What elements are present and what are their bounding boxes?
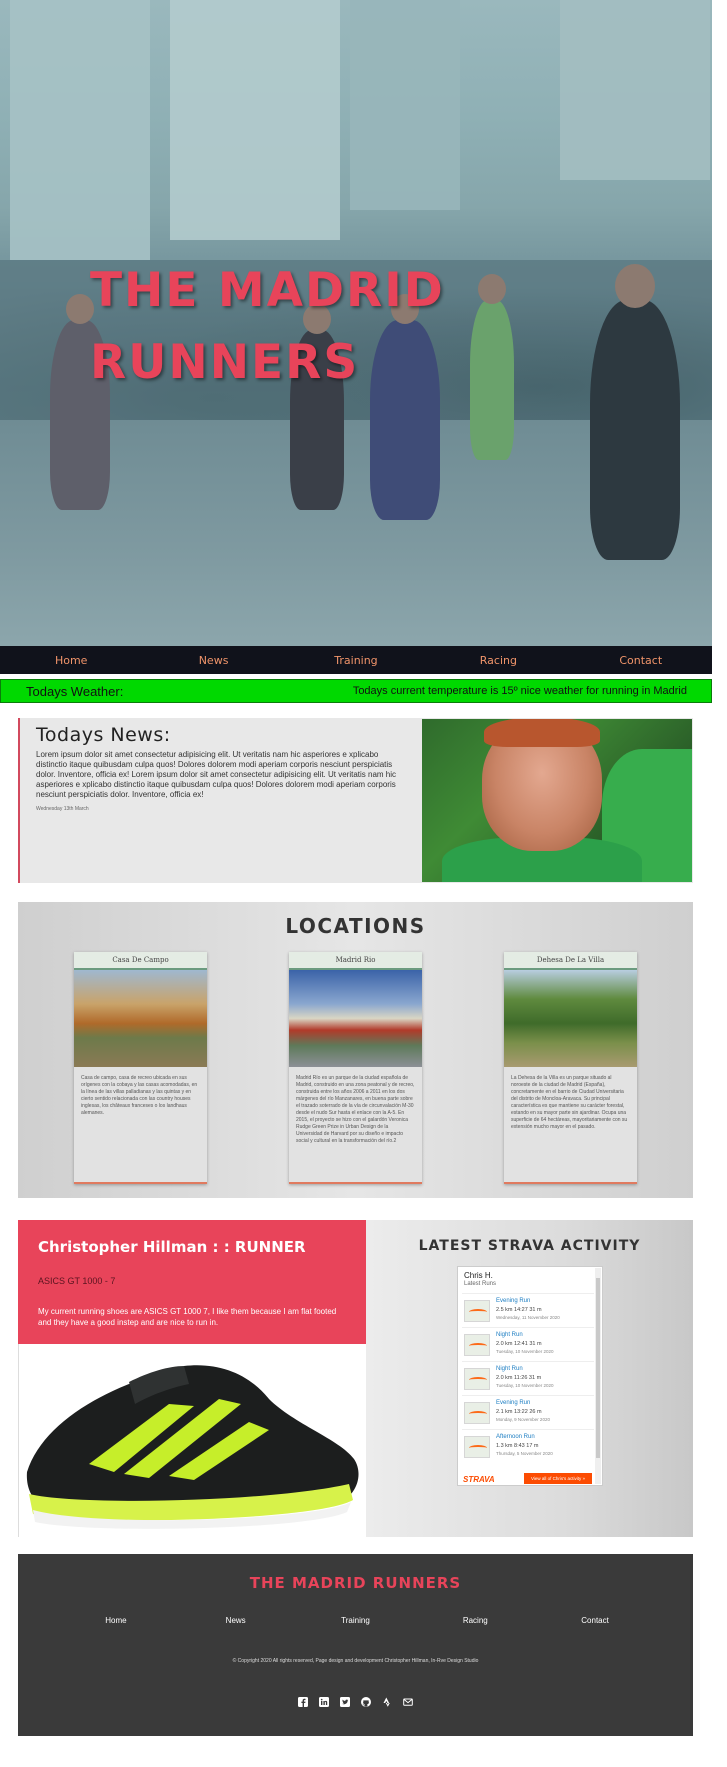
- footer-racing-link[interactable]: Racing: [435, 1616, 515, 1625]
- background-building: [350, 0, 460, 210]
- running-shoe-image: [26, 1365, 359, 1529]
- strava-widget: Chris H. Latest Runs Evening Run 2.5 km …: [457, 1266, 603, 1486]
- location-card-dehesa-de-la-villa[interactable]: Dehesa De La Villa La Dehesa de la Villa…: [504, 952, 637, 1184]
- page: THE MADRID RUNNERS Home News Training Ra…: [0, 0, 727, 1767]
- activity-map-thumbnail: [464, 1368, 490, 1390]
- strava-activity[interactable]: Evening Run 2.1 km 13:22 26 m Monday, 9 …: [462, 1395, 594, 1427]
- strava-panel: LATEST STRAVA ACTIVITY Chris H. Latest R…: [366, 1220, 693, 1537]
- locations-title: LOCATIONS: [285, 914, 426, 938]
- shoe-image-panel: [18, 1344, 366, 1537]
- location-card-text: Casa de campo, casa de recreo ubicada en…: [81, 1075, 198, 1116]
- activity-date: Tuesday, 10 November 2020: [496, 1349, 554, 1354]
- facebook-icon[interactable]: [298, 1697, 309, 1708]
- strava-athlete-name[interactable]: Chris H.: [464, 1271, 493, 1280]
- location-card-text: La Dehesa de la Villa es un parque situa…: [511, 1075, 628, 1130]
- activity-map-thumbnail: [464, 1300, 490, 1322]
- github-icon[interactable]: [361, 1697, 372, 1708]
- email-icon[interactable]: [403, 1697, 414, 1708]
- footer-home-link[interactable]: Home: [76, 1616, 156, 1625]
- strava-scrollbar[interactable]: [595, 1268, 601, 1484]
- footer-contact-link[interactable]: Contact: [555, 1616, 635, 1625]
- scrollbar-thumb[interactable]: [596, 1278, 600, 1458]
- nav-training-link[interactable]: Training: [296, 654, 416, 667]
- activity-name[interactable]: Night Run: [496, 1332, 523, 1338]
- news-title: Todays News:: [36, 724, 171, 746]
- runner-figure: [590, 264, 680, 560]
- weather-label: Todays Weather:: [26, 683, 124, 699]
- activity-map-thumbnail: [464, 1436, 490, 1458]
- background-building: [10, 0, 150, 260]
- news-photo: [422, 719, 692, 882]
- nav-news-link[interactable]: News: [154, 654, 274, 667]
- casa-de-campo-image: [74, 970, 207, 1067]
- activity-name[interactable]: Afternoon Run: [496, 1434, 535, 1440]
- background-building: [170, 0, 340, 240]
- weather-message: Todays current temperature is 15º nice w…: [352, 685, 687, 697]
- activity-stats: 1.3 km 8:43 17 m: [496, 1443, 539, 1449]
- strava-activity[interactable]: Evening Run 2.5 km 14:27 31 m Wednesday,…: [462, 1293, 594, 1325]
- strava-logo[interactable]: STRAVA: [463, 1475, 495, 1484]
- news-body: Lorem ipsum dolor sit amet consectetur a…: [36, 750, 397, 799]
- activity-map-thumbnail: [464, 1334, 490, 1356]
- footer: THE MADRID RUNNERS Home News Training Ra…: [18, 1554, 693, 1736]
- linkedin-icon[interactable]: [319, 1697, 330, 1708]
- footer-news-link[interactable]: News: [196, 1616, 276, 1625]
- nav-contact-link[interactable]: Contact: [581, 654, 701, 667]
- shoe-model: ASICS GT 1000 - 7: [38, 1276, 116, 1286]
- location-card-title: Madrid Rio: [289, 952, 422, 970]
- photo-hair: [484, 719, 600, 747]
- dehesa-de-la-villa-image: [504, 970, 637, 1067]
- main-nav: Home News Training Racing Contact: [0, 646, 712, 674]
- twitter-icon[interactable]: [340, 1697, 351, 1708]
- strava-title: LATEST STRAVA ACTIVITY: [418, 1238, 641, 1254]
- activity-stats: 2.5 km 14:27 31 m: [496, 1307, 542, 1313]
- activity-stats: 2.1 km 13:22 26 m: [496, 1409, 542, 1415]
- activity-date: Monday, 9 November 2020: [496, 1417, 550, 1422]
- footer-training-link[interactable]: Training: [315, 1616, 395, 1625]
- locations-section: LOCATIONS Casa De Campo Casa de campo, c…: [18, 902, 693, 1198]
- strava-activity[interactable]: Afternoon Run 1.3 km 8:43 17 m Thursday,…: [462, 1429, 594, 1461]
- view-all-activity-button[interactable]: View all of Chris's activity »: [524, 1473, 592, 1484]
- location-card-madrid-rio[interactable]: Madrid Rio Madrid Río es un parque de la…: [289, 952, 422, 1184]
- activity-date: Tuesday, 10 November 2020: [496, 1383, 554, 1388]
- footer-title: THE MADRID RUNNERS: [249, 1574, 462, 1592]
- news-date: Wednesday 13th March: [36, 806, 89, 812]
- hero-title-line2: RUNNERS: [90, 335, 360, 390]
- location-card-title: Casa De Campo: [74, 952, 207, 970]
- shoe-description: My current running shoes are ASICS GT 10…: [38, 1307, 337, 1327]
- activity-map-thumbnail: [464, 1402, 490, 1424]
- madrid-rio-image: [289, 970, 422, 1067]
- runner-title: Christopher Hillman : : RUNNER: [38, 1238, 306, 1256]
- hero-banner: THE MADRID RUNNERS: [0, 0, 712, 646]
- footer-nav: Home News Training Racing Contact: [18, 1616, 693, 1625]
- activity-name[interactable]: Evening Run: [496, 1298, 530, 1304]
- strava-activity[interactable]: Night Run 2.0 km 11:26 31 m Tuesday, 10 …: [462, 1361, 594, 1393]
- location-card-title: Dehesa De La Villa: [504, 952, 637, 970]
- location-card-casa-de-campo[interactable]: Casa De Campo Casa de campo, casa de rec…: [74, 952, 207, 1184]
- activity-name[interactable]: Night Run: [496, 1366, 523, 1372]
- weather-bar: Todays Weather: Todays current temperatu…: [0, 679, 712, 703]
- strava-subtitle: Latest Runs: [464, 1281, 497, 1287]
- runner-profile-panel: Christopher Hillman : : RUNNER ASICS GT …: [18, 1220, 366, 1344]
- nav-home-link[interactable]: Home: [11, 654, 131, 667]
- nav-racing-link[interactable]: Racing: [438, 654, 558, 667]
- hero-title: THE MADRID RUNNERS: [90, 255, 450, 399]
- strava-activity[interactable]: Night Run 2.0 km 12:41 31 m Tuesday, 10 …: [462, 1327, 594, 1359]
- activity-stats: 2.0 km 11:26 31 m: [496, 1375, 542, 1381]
- social-links: [18, 1697, 693, 1708]
- background-building: [560, 0, 710, 180]
- activity-date: Wednesday, 11 November 2020: [496, 1315, 560, 1320]
- strava-icon[interactable]: [382, 1697, 393, 1708]
- copyright-text: © Copyright 2020 All rights reserved, Pa…: [232, 1658, 479, 1664]
- activity-name[interactable]: Evening Run: [496, 1400, 530, 1406]
- location-card-text: Madrid Río es un parque de la ciudad esp…: [296, 1075, 415, 1144]
- hero-title-line1: THE MADRID: [90, 263, 445, 318]
- activity-stats: 2.0 km 12:41 31 m: [496, 1341, 542, 1347]
- activity-date: Thursday, 5 November 2020: [496, 1451, 553, 1456]
- runner-figure: [470, 274, 514, 460]
